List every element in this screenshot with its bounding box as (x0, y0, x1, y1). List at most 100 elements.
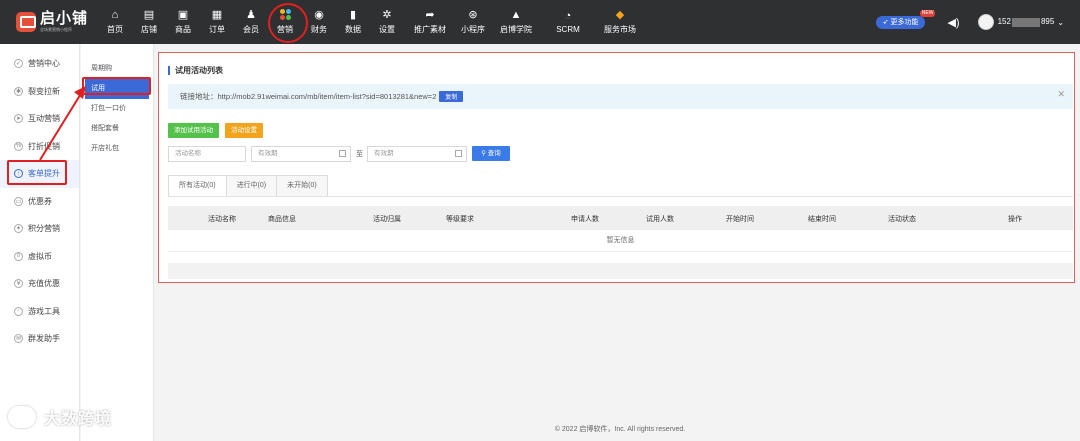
brand-title: 启小铺 (40, 10, 89, 27)
copyright-footer: © 2022 启博软件，Inc. All rights reserved. (554, 426, 686, 433)
nav-item-12[interactable]: ◔ SCRM (542, 0, 594, 44)
share-icon: ➦ (425, 9, 435, 21)
chevron-down-icon[interactable]: ⌄ (1057, 18, 1064, 27)
column-header: 活动状态 (888, 216, 916, 223)
nav-item-4[interactable]: ♟ 会员 (234, 0, 268, 44)
nav-label: 小程序 (461, 25, 485, 34)
trial-activity-panel: 试用活动列表 链接地址： http://mob2.91weimai.com/mb… (158, 52, 1075, 283)
annotation-arrow (39, 86, 86, 161)
date-range-separator: 至 (356, 151, 363, 158)
table-header: 活动名称 商品信息 活动归属 等级要求 申请人数 试用人数 开始时间 结束时间 活动状态 操作 (168, 206, 1073, 230)
activity-settings-button[interactable]: 活动设置 (225, 123, 263, 138)
tab-divider (168, 196, 1073, 197)
sidebar-item-6[interactable]: ✦ 积分营销 (0, 215, 79, 243)
watermark-logo-icon (8, 406, 36, 428)
nav-item-13[interactable]: ◆ 服务市场 (594, 0, 646, 44)
nav-label: 推广素材 (414, 25, 446, 34)
search-button[interactable]: ⚲ 查询 (472, 146, 510, 161)
goods-icon: ▣ (177, 9, 189, 21)
column-header: 开始时间 (726, 216, 754, 223)
nav-item-2[interactable]: ▣ 商品 (166, 0, 200, 44)
brand-subtitle: 全场景营销小程序 (40, 27, 72, 32)
sidebar-item-label: 游戏工具 (28, 306, 60, 316)
tab-1[interactable]: 进行中(0) (225, 175, 278, 196)
sidebar-item-label: 营销中心 (28, 59, 60, 69)
nav-item-11[interactable]: ▲ 启博学院 (490, 0, 542, 44)
nav-label: 设置 (379, 25, 395, 34)
panel-title: 试用活动列表 (168, 66, 223, 75)
data-icon: ▮ (349, 9, 357, 21)
nav-item-10[interactable]: ⊛ 小程序 (456, 0, 490, 44)
sidebar-item-0[interactable]: ✓ 营销中心 (0, 50, 79, 78)
activity-tabs: 所有活动(0) 进行中(0) 未开始(0) (168, 175, 328, 196)
nav-item-3[interactable]: ▦ 订单 (200, 0, 234, 44)
tab-2[interactable]: 未开始(0) (276, 175, 328, 196)
sidebar-item-10[interactable]: ✉ 群发助手 (0, 325, 79, 353)
link-bar: 链接地址： http://mob2.91weimai.com/mb/item/i… (168, 84, 1073, 109)
sidebar-item-icon: ¥ (14, 279, 23, 289)
phone-mask (1011, 17, 1040, 27)
sidebar-item-icon: ▫ (14, 306, 23, 316)
order-icon: ▦ (211, 9, 223, 21)
empty-state: 暂无信息 (168, 230, 1073, 252)
nav-label: 商品 (175, 25, 191, 34)
link-url[interactable]: http://mob2.91weimai.com/mb/item/item-li… (218, 92, 437, 101)
nav-item-8[interactable]: ✲ 设置 (370, 0, 404, 44)
column-header: 商品信息 (268, 216, 296, 223)
diamond-icon: ◆ (615, 9, 625, 21)
marketing-icon (279, 9, 291, 22)
nav-label: 订单 (209, 25, 225, 34)
account-phone[interactable]: 152 895 (998, 17, 1054, 27)
more-features-button[interactable]: ➶ 更多功能 NEW (875, 9, 936, 29)
nav-label: 服务市场 (604, 25, 636, 34)
nav-item-0[interactable]: ⌂ 首页 (98, 0, 132, 44)
nav-item-5[interactable]: 营销 (268, 0, 308, 44)
nav-label: 启博学院 (500, 25, 532, 34)
sidebar-item-icon: ✱ (14, 86, 23, 96)
calendar-icon[interactable] (455, 150, 462, 157)
top-navbar: 启小铺 全场景营销小程序 ⌂ 首页 ▤ 店铺 ▣ 商品 ▦ 订单 ♟ 会员 营销 ◉ 财务 ▮ 数据 ✲ 设置 ➦… (0, 0, 1080, 44)
home-icon: ⌂ (111, 9, 119, 21)
nav-item-1[interactable]: ▤ 店铺 (132, 0, 166, 44)
academy-icon: ▲ (510, 9, 522, 21)
miniprogram-icon: ⊛ (468, 9, 478, 21)
calendar-icon[interactable] (339, 150, 346, 157)
link-label: 链接地址： (180, 92, 218, 101)
sidebar-item-label: 积分营销 (28, 224, 60, 234)
member-icon: ♟ (246, 9, 256, 21)
nav-label: 数据 (345, 25, 361, 34)
sidebar-item-7[interactable]: ¤ 虚拟币 (0, 243, 79, 271)
add-trial-activity-button[interactable]: 添加试用活动 (168, 123, 219, 138)
store-icon: ▤ (143, 9, 155, 21)
copy-button[interactable]: 复制 (439, 91, 464, 102)
nav-item-6[interactable]: ◉ 财务 (302, 0, 336, 44)
brand-logo[interactable]: 启小铺 全场景营销小程序 (16, 11, 92, 33)
table-footer-strip (168, 263, 1073, 279)
sidebar-item-5[interactable]: ▭ 优惠券 (0, 188, 79, 216)
subnav-item-0[interactable]: 周期购 (81, 59, 153, 79)
sidebar-item-label: 虚拟币 (28, 251, 52, 261)
end-date-input[interactable]: 有效期 (367, 146, 467, 162)
avatar[interactable] (977, 14, 994, 30)
nav-label: SCRM (556, 25, 580, 34)
sidebar-item-icon: ¤ (14, 251, 23, 261)
tab-0[interactable]: 所有活动(0) (168, 175, 227, 196)
nav-label: 会员 (243, 25, 259, 34)
speaker-icon[interactable]: ◀) (947, 16, 959, 29)
rocket-icon: ➶ (882, 19, 889, 26)
nav-item-9[interactable]: ➦ 推广素材 (404, 0, 456, 44)
nav-item-7[interactable]: ▮ 数据 (336, 0, 370, 44)
close-icon[interactable]: ✕ (1057, 89, 1065, 100)
brand-logo-icon (16, 12, 36, 32)
column-header: 申请人数 (571, 216, 599, 223)
nav-label: 营销 (277, 25, 293, 34)
sidebar-item-icon: ✓ (14, 59, 23, 69)
new-badge: NEW (919, 9, 936, 17)
start-date-input[interactable]: 有效期 (251, 146, 351, 162)
sidebar-item-9[interactable]: ▫ 游戏工具 (0, 298, 79, 326)
activity-name-input[interactable]: 活动名称 (168, 146, 246, 162)
sidebar-item-label: 群发助手 (28, 334, 60, 344)
watermark: 大数跨境 (8, 405, 112, 429)
sidebar-item-8[interactable]: ¥ 充值优惠 (0, 270, 79, 298)
search-icon: ⚲ (481, 150, 486, 157)
